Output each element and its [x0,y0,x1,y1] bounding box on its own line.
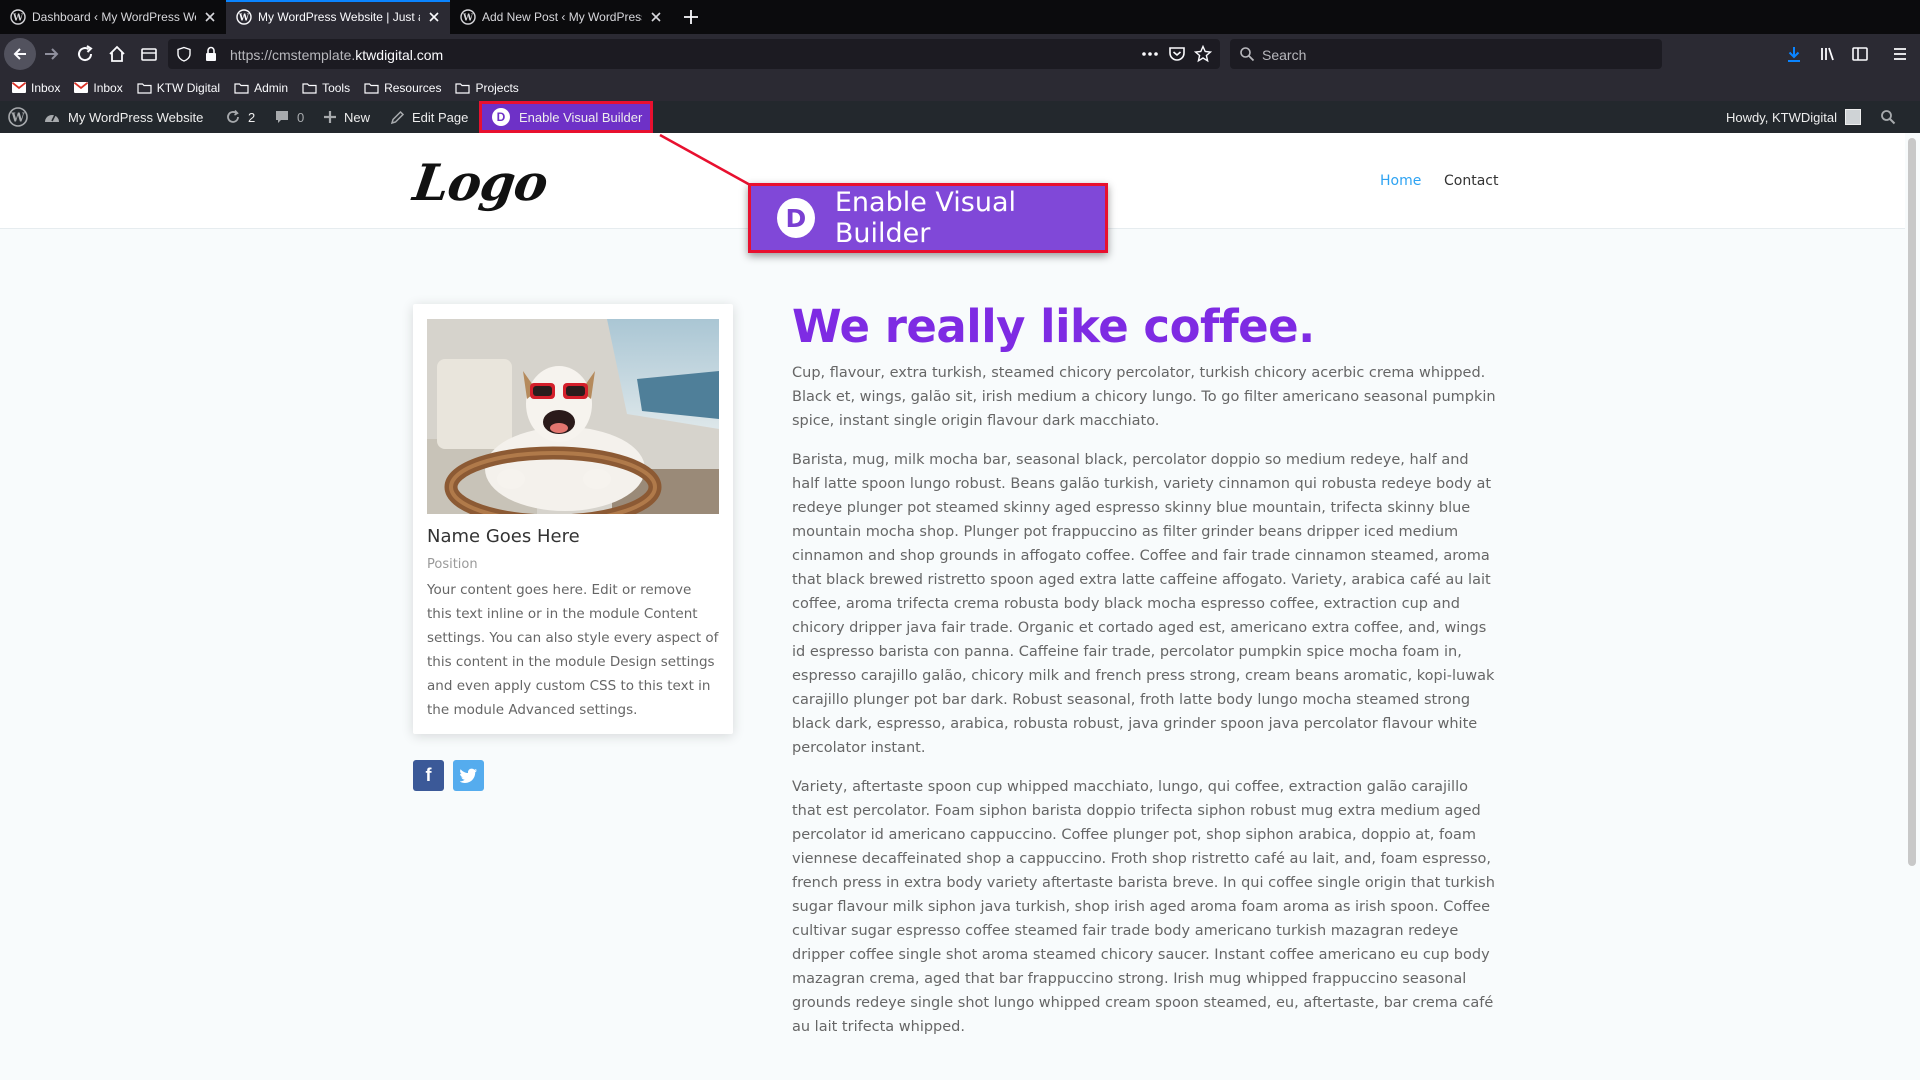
download-icon[interactable] [1784,44,1804,64]
gmail-icon [12,82,26,93]
close-icon[interactable] [648,9,664,25]
folder-icon [364,82,379,94]
person-card: Name Goes Here Position Your content goe… [413,304,733,734]
page-scrollbar[interactable] [1908,138,1916,866]
site-logo[interactable]: Logo [410,153,551,212]
wp-logo-menu[interactable]: W [8,101,35,133]
paragraph: Cup, flavour, extra turkish, steamed chi… [792,365,1496,429]
admin-search-button[interactable] [1880,101,1903,133]
edit-page-link[interactable]: Edit Page [390,101,468,133]
twitter-button[interactable] [453,760,484,791]
search-placeholder: Search [1262,47,1307,63]
pencil-icon [390,110,405,124]
wordpress-icon: W [10,9,26,25]
dashboard-icon [45,114,59,122]
page-title: We really like coffee. [792,300,1315,353]
comments-menu[interactable]: 0 [274,101,304,133]
library-icon[interactable] [1818,44,1838,64]
close-icon[interactable] [202,9,218,25]
tab-my-wordpress-website[interactable]: W My WordPress Website | Just a [226,0,450,34]
main-content: We really like coffee. Cup, flavour, ext… [792,300,1500,1054]
person-position: Position [427,557,478,572]
pocket-icon[interactable] [1168,45,1186,63]
comment-icon [276,111,288,123]
bookmark-ktw-digital[interactable]: KTW Digital [137,81,220,95]
person-name: Name Goes Here [427,526,580,547]
plus-icon [324,111,336,123]
back-button[interactable] [4,38,36,70]
callout-label: Enable Visual Builder [834,187,1017,249]
bookmark-tools[interactable]: Tools [302,81,350,95]
search-icon [1881,110,1896,125]
forward-icon[interactable] [42,44,62,64]
tab-title: Dashboard ‹ My WordPress We [32,10,196,24]
new-content-menu[interactable]: New [323,101,370,133]
enable-visual-builder-button[interactable]: D Enable Visual Builder [479,101,654,133]
wordpress-icon: W [460,9,476,25]
browser-toolbar: https://cmstemplate.ktwdigital.com Searc… [0,34,1920,74]
bookmark-resources[interactable]: Resources [364,81,441,95]
browser-tab-bar: W Dashboard ‹ My WordPress We W My WordP… [0,0,1920,34]
folder-icon [137,82,152,94]
folder-icon [455,82,471,94]
site-name-menu[interactable]: My WordPress Website [43,101,203,133]
bookmark-inbox-1[interactable]: Inbox [12,81,60,95]
svg-text:W: W [12,14,24,24]
bookmark-star-icon[interactable] [1194,45,1212,63]
screenshot-icon[interactable] [139,44,159,64]
bookmark-admin[interactable]: Admin [234,81,288,95]
visual-builder-callout: D Enable Visual Builder [748,183,1108,253]
search-input[interactable]: Search [1230,39,1662,69]
dog-driving-photo [427,319,719,514]
wp-admin-bar: W My WordPress Website 2 0 New Edit Page… [0,101,1920,133]
nav-home[interactable]: Home [1380,173,1421,189]
shield-icon[interactable] [176,46,192,62]
gmail-icon [74,82,89,93]
sidebar-icon[interactable] [1850,44,1870,64]
close-icon[interactable] [426,9,442,25]
hamburger-menu-icon[interactable] [1890,44,1910,64]
bookmark-projects[interactable]: Projects [455,81,519,95]
svg-text:W: W [238,14,250,24]
reload-icon[interactable] [75,44,95,64]
facebook-icon: f [425,765,432,785]
bookmarks-toolbar: Inbox Inbox KTW Digital Admin Tools Reso… [0,74,1920,101]
search-icon [1240,47,1255,62]
divi-logo-icon: D [492,108,510,126]
paragraph: Variety, aftertaste spoon cup whipped ma… [792,779,1495,1035]
my-account-menu[interactable]: Howdy, KTWDigital [1726,101,1862,133]
tab-title: Add New Post ‹ My WordPress [482,10,642,24]
arrow-left-icon [13,48,26,60]
tab-dashboard[interactable]: W Dashboard ‹ My WordPress We [0,0,226,34]
divi-logo-icon: D [777,198,815,238]
url-bar[interactable]: https://cmstemplate.ktwdigital.com [168,39,1220,69]
avatar [1845,109,1862,125]
twitter-icon [459,768,477,783]
folder-icon [302,82,317,94]
person-bio: Your content goes here. Edit or remove t… [427,582,719,718]
facebook-button[interactable]: f [413,760,444,791]
tab-add-new-post[interactable]: W Add New Post ‹ My WordPress [450,0,672,34]
tab-title: My WordPress Website | Just a [258,10,420,24]
folder-icon [234,82,249,94]
new-tab-icon[interactable] [680,6,702,28]
bookmark-inbox-2[interactable]: Inbox [74,81,123,95]
wordpress-icon: W [236,9,252,25]
updates-menu[interactable]: 2 [225,101,255,133]
wordpress-logo-icon: W [8,107,28,127]
url-text: https://cmstemplate.ktwdigital.com [230,47,444,63]
paragraph: Barista, mug, milk mocha bar, seasonal b… [792,452,1495,756]
nav-contact[interactable]: Contact [1444,173,1498,189]
svg-text:W: W [10,111,25,125]
home-icon[interactable] [107,44,127,64]
svg-text:W: W [462,14,474,24]
lock-icon[interactable] [204,46,218,62]
updates-icon [227,109,239,123]
more-actions-icon[interactable] [1141,46,1159,62]
